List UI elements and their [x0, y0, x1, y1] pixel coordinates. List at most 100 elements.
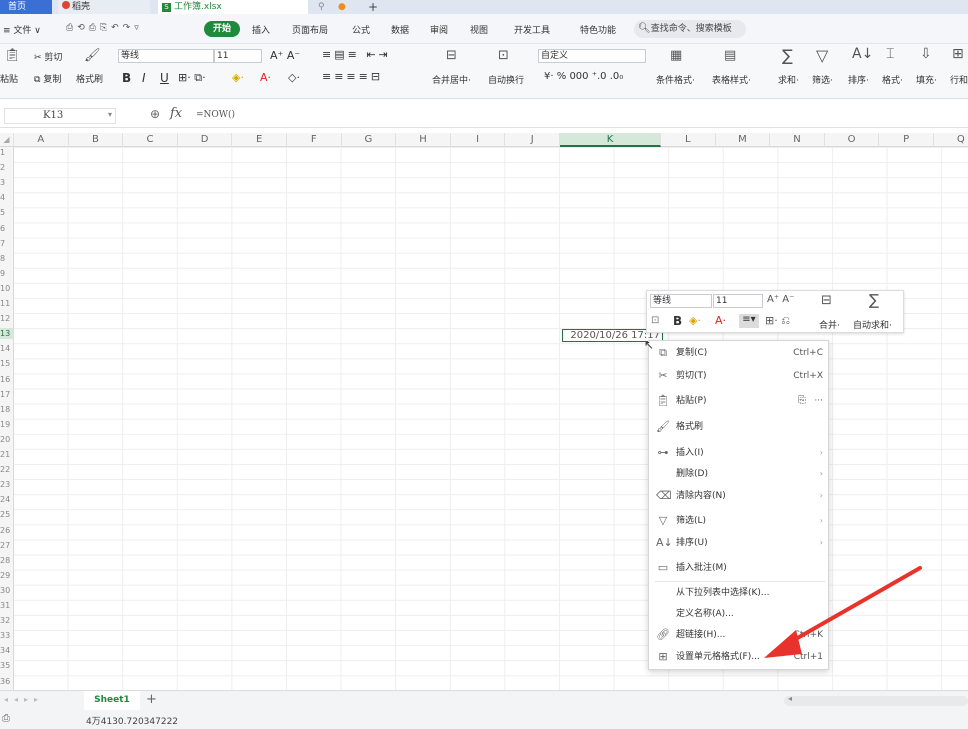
pin-icon[interactable]: ⚲ — [318, 0, 325, 14]
merge-center-button[interactable]: 合并居中· — [432, 73, 471, 86]
mini-border-icon[interactable]: ⊞· ⎌ — [765, 314, 790, 328]
row-header[interactable]: 27 — [0, 540, 14, 551]
mini-font-select[interactable]: 等线 — [650, 294, 712, 308]
row-header[interactable]: 6 — [0, 223, 14, 234]
sheet-nav-icons[interactable]: ◂◂▸▸ — [4, 695, 44, 704]
mini-bold-button[interactable]: B — [673, 314, 682, 328]
column-header-n[interactable]: N — [770, 133, 825, 147]
column-header-h[interactable]: H — [396, 133, 451, 147]
row-header[interactable]: 7 — [0, 238, 14, 249]
column-header-f[interactable]: F — [287, 133, 342, 147]
mini-autosum-button[interactable]: 自动求和· — [853, 318, 892, 331]
paste-label[interactable]: 粘贴 — [0, 72, 18, 85]
tab-docer[interactable]: 稻壳 — [58, 0, 150, 14]
row-header[interactable]: 16 — [0, 374, 14, 385]
number-format-buttons[interactable]: ¥· % 000 ⁺.0 .0₀ — [544, 71, 623, 82]
column-header-p[interactable]: P — [879, 133, 934, 147]
table-style-icon[interactable]: ▤ — [724, 48, 736, 63]
tab-data[interactable]: 数据 — [391, 23, 409, 36]
tab-page-layout[interactable]: 页面布局 — [292, 23, 328, 36]
fill-icon[interactable]: ⇩ — [920, 46, 932, 62]
format-painter-icon[interactable]: 🖌︎ — [84, 48, 101, 63]
tab-insert[interactable]: 插入 — [252, 23, 270, 36]
menu-item-paste[interactable]: 📋︎ 粘贴(P) ⎘ ··· — [649, 391, 830, 411]
row-header[interactable]: 23 — [0, 479, 14, 490]
column-header-e[interactable]: E — [232, 133, 287, 147]
select-all-corner[interactable]: ◢ — [0, 133, 14, 147]
mini-font-color-icon[interactable]: A· — [715, 314, 726, 327]
tab-developer[interactable]: 开发工具 — [514, 23, 550, 36]
format-icon[interactable]: ⌶ — [886, 46, 894, 62]
row-header[interactable]: 19 — [0, 419, 14, 430]
tab-view[interactable]: 视图 — [470, 23, 488, 36]
row-header[interactable]: 12 — [0, 313, 14, 324]
row-header[interactable]: 10 — [0, 283, 14, 294]
sum-button[interactable]: 求和· — [778, 73, 799, 86]
align-horizontal-icons[interactable]: ≡≡≡≡⊟ — [322, 70, 383, 83]
format-painter-label[interactable]: 格式刷 — [76, 72, 103, 85]
mini-fill-color-icon[interactable]: ◈· — [689, 314, 701, 327]
font-color-icon[interactable]: A· — [260, 71, 271, 84]
table-style-button[interactable]: 表格样式· — [712, 73, 751, 86]
row-header[interactable]: 20 — [0, 434, 14, 445]
merge-center-icon[interactable]: ⊟ — [446, 48, 457, 63]
name-box[interactable]: K13 — [4, 108, 116, 124]
row-header[interactable]: 8 — [0, 253, 14, 264]
row-header[interactable]: 17 — [0, 389, 14, 400]
row-col-button[interactable]: 行和 — [950, 73, 968, 86]
menu-item-format-painter[interactable]: 🖌︎ 格式刷 — [649, 417, 830, 437]
quick-access-icons[interactable]: ⎙⟲⎙⎘↶↷▿ — [66, 23, 143, 33]
zoom-search-icon[interactable]: ⊕ — [150, 107, 160, 121]
font-name-select[interactable]: 等线 — [118, 49, 214, 63]
column-header-o[interactable]: O — [825, 133, 880, 147]
conditional-format-button[interactable]: 条件格式· — [656, 73, 695, 86]
column-header-g[interactable]: G — [342, 133, 397, 147]
column-header-b[interactable]: B — [69, 133, 124, 147]
add-sheet-button[interactable]: + — [146, 692, 157, 707]
tab-start[interactable]: 开始 — [204, 21, 240, 37]
paste-special-icon[interactable]: ⎘ — [798, 391, 806, 411]
row-header[interactable]: 14 — [0, 343, 14, 354]
fill-color-icon[interactable]: ◈· — [232, 71, 244, 84]
number-format-select[interactable]: 自定义 — [538, 49, 646, 63]
column-header-m[interactable]: M — [716, 133, 771, 147]
menu-item-copy[interactable]: ⧉ 复制(C) Ctrl+C — [649, 343, 830, 363]
wrap-text-icon[interactable]: ⊡ — [498, 48, 509, 63]
row-header[interactable]: 33 — [0, 630, 14, 641]
fx-button[interactable]: fx — [170, 106, 182, 121]
row-header[interactable]: 30 — [0, 585, 14, 596]
menu-item-sort[interactable]: A↓ 排序(U) › — [649, 533, 830, 553]
row-header[interactable]: 29 — [0, 570, 14, 581]
format-button[interactable]: 格式· — [882, 73, 903, 86]
column-header-k[interactable]: K — [560, 133, 661, 147]
new-tab-button[interactable]: + — [368, 0, 378, 14]
row-header[interactable]: 21 — [0, 449, 14, 460]
row-header[interactable]: 35 — [0, 660, 14, 671]
macro-icon[interactable]: ⎙ — [2, 713, 10, 724]
row-header[interactable]: 31 — [0, 600, 14, 611]
row-header[interactable]: 15 — [0, 358, 14, 369]
menu-item-delete[interactable]: 删除(D) › — [649, 464, 830, 484]
row-header[interactable]: 1 — [0, 147, 14, 158]
font-grow-icon[interactable]: A⁺ A⁻ — [270, 49, 300, 62]
mini-wrap-icon[interactable]: ⊡ — [651, 315, 659, 326]
tab-review[interactable]: 审阅 — [430, 23, 448, 36]
menu-item-clear[interactable]: ⌫ 清除内容(N) › — [649, 486, 830, 506]
mini-align-icon[interactable]: ≡▾ — [739, 314, 759, 328]
menu-item-cut[interactable]: ✂ 剪切(T) Ctrl+X — [649, 366, 830, 386]
align-top-icons[interactable]: ≡▤≡ ⇤⇥ — [322, 48, 391, 61]
column-header-c[interactable]: C — [123, 133, 178, 147]
scroll-left-icon[interactable]: ◂ — [788, 694, 792, 703]
row-header[interactable]: 11 — [0, 298, 14, 309]
mini-merge-button[interactable]: 合并· — [819, 318, 840, 331]
row-header[interactable]: 34 — [0, 645, 14, 656]
filter-icon[interactable]: ▽ — [816, 46, 828, 65]
mini-font-grow-icon[interactable]: A⁺ A⁻ — [767, 294, 794, 305]
row-header[interactable]: 4 — [0, 192, 14, 203]
cut-button[interactable]: ✂ 剪切 — [34, 50, 62, 63]
row-header[interactable]: 2 — [0, 162, 14, 173]
row-col-icon[interactable]: ⊞ — [952, 46, 964, 62]
sheet-tab-sheet1[interactable]: Sheet1 — [84, 691, 140, 710]
column-header-q[interactable]: Q — [934, 133, 968, 147]
sort-button[interactable]: 排序· — [848, 73, 869, 86]
